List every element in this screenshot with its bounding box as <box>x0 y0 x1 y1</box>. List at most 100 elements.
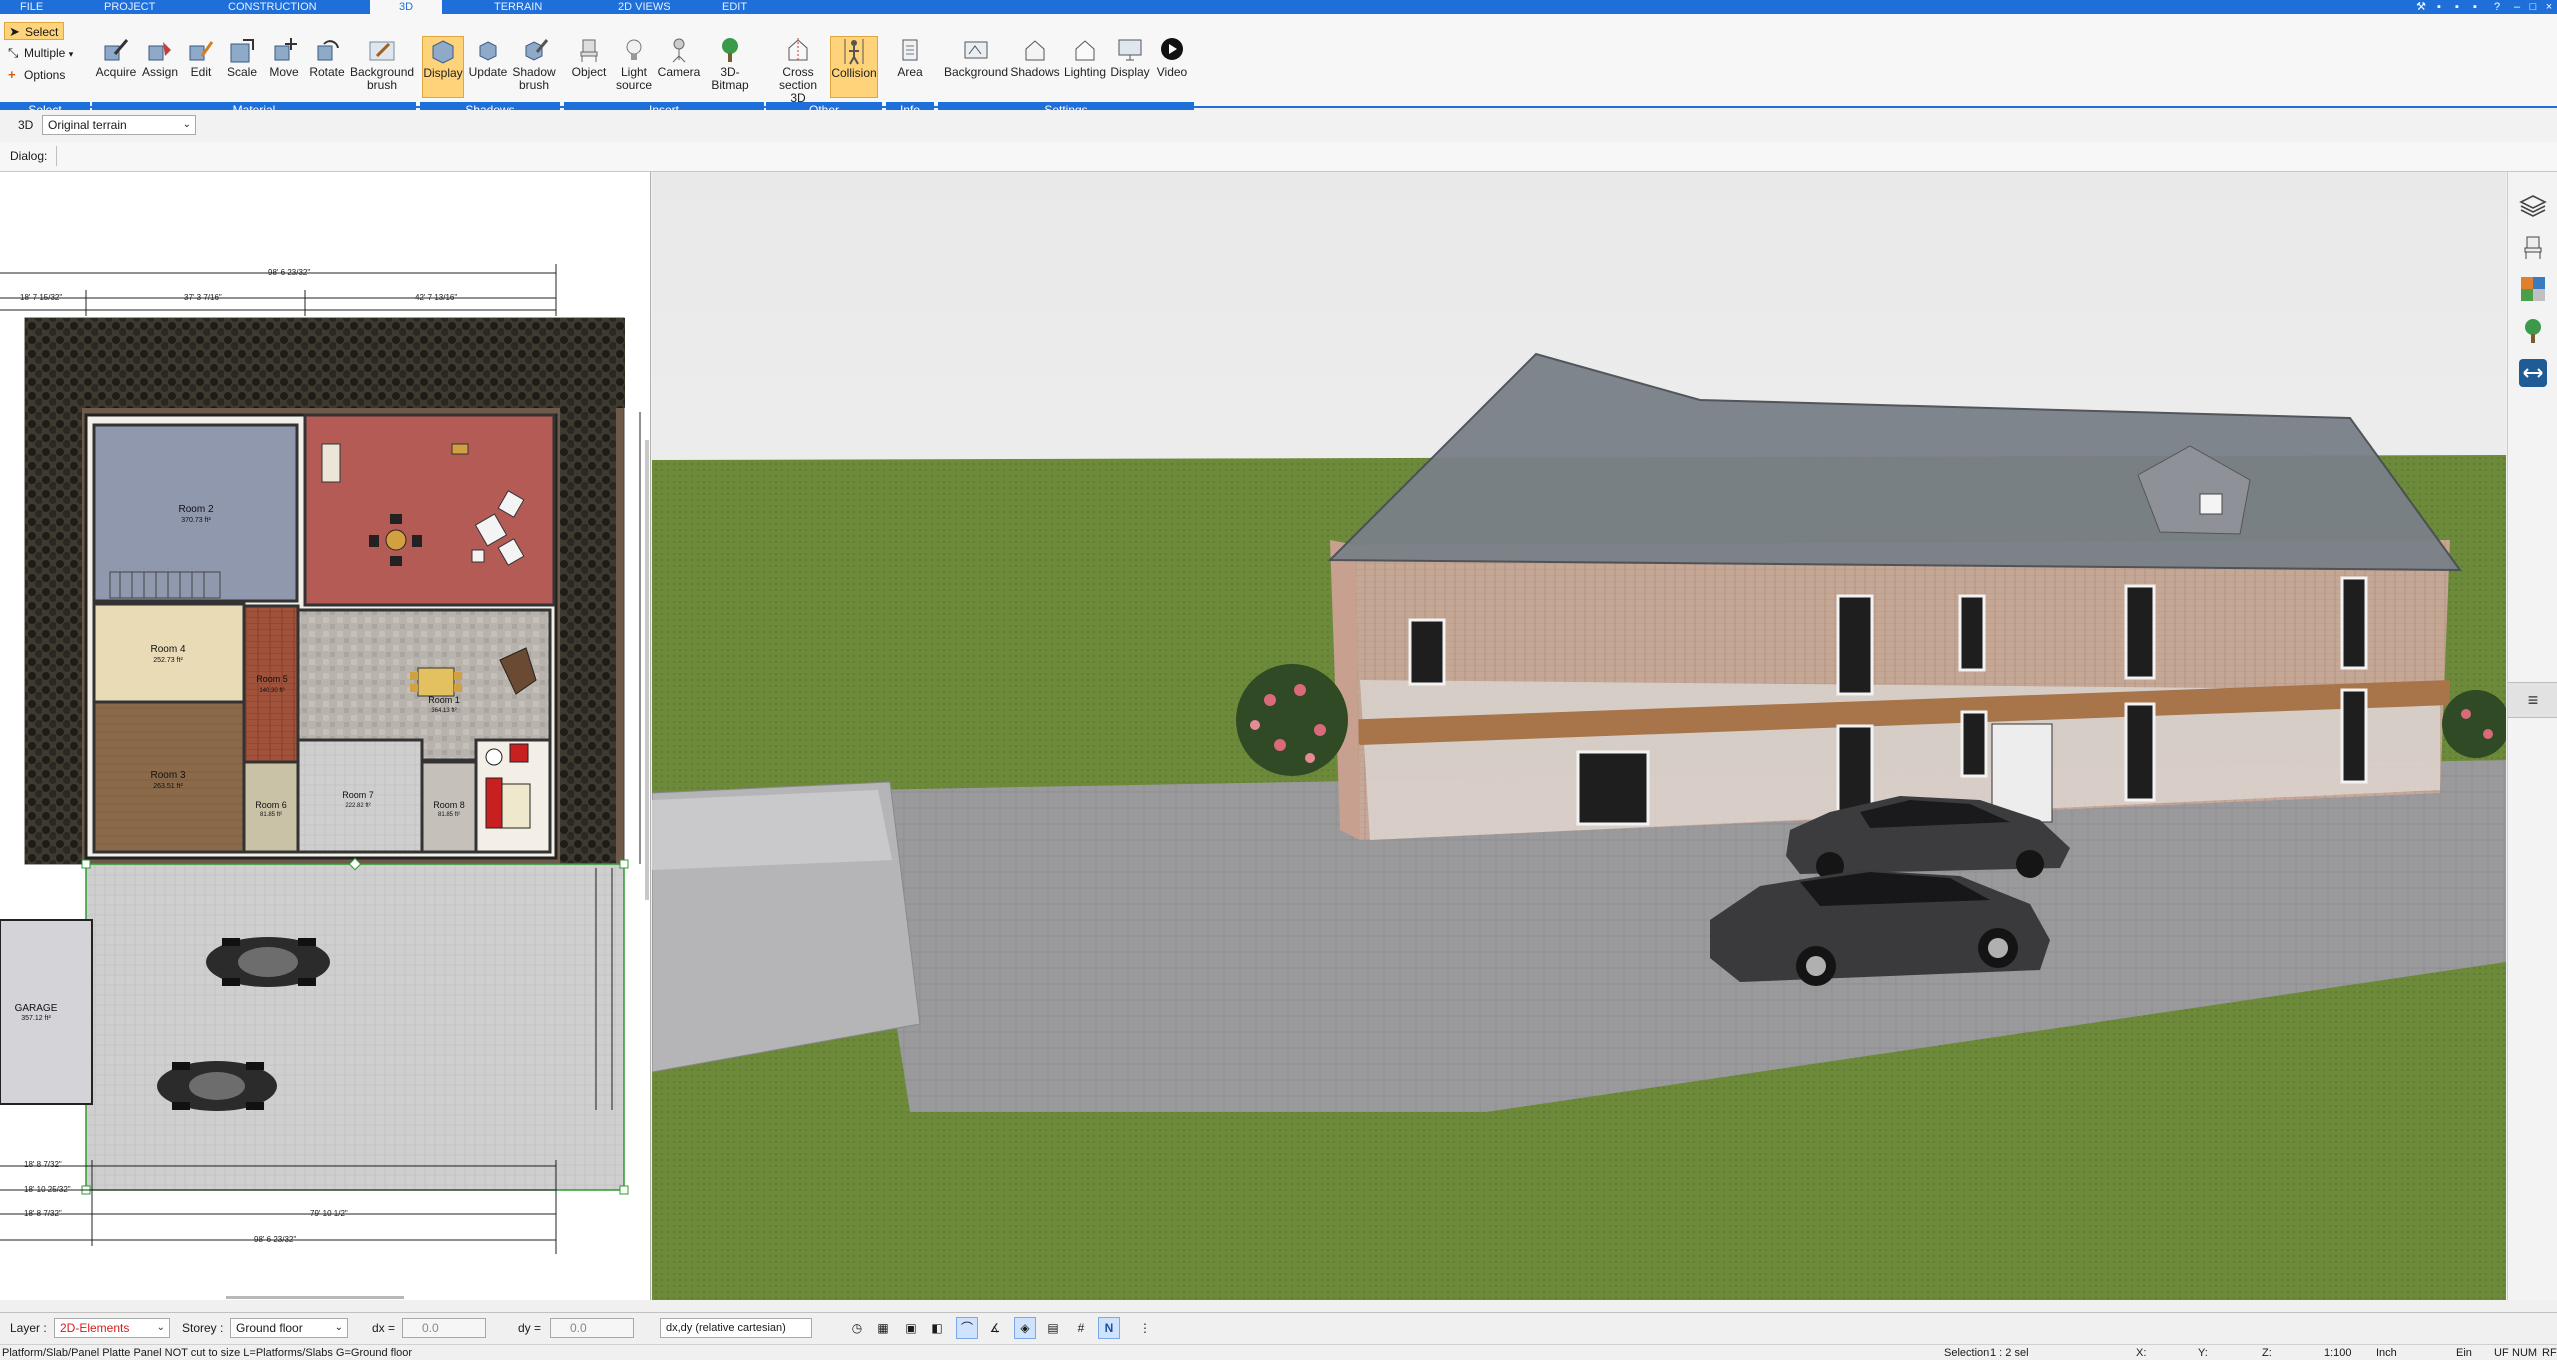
dx-input[interactable]: 0.0 <box>402 1318 486 1338</box>
collision-label: Collision <box>831 66 877 80</box>
coordinate-mode-select[interactable]: dx,dy (relative cartesian) <box>660 1318 812 1338</box>
cross-section-3d-button[interactable]: Cross section 3D <box>770 36 826 105</box>
selection-label: Selection <box>1944 1347 1990 1359</box>
garage-label: GARAGE <box>15 1003 58 1014</box>
3d-view[interactable] <box>651 172 2510 1300</box>
scale-label: Scale <box>226 65 258 79</box>
grid-icon[interactable]: # <box>1070 1317 1092 1339</box>
layout-icon[interactable]: ▪ <box>2450 1 2464 13</box>
pin-icon[interactable]: ▪ <box>2468 1 2482 13</box>
dialog-toolbar: Dialog: <box>0 142 2557 172</box>
rotate-icon <box>317 40 339 61</box>
background-settings-button[interactable]: Background <box>944 36 1008 98</box>
move-button[interactable]: Move <box>264 36 304 98</box>
dx-label: dx = <box>372 1321 396 1335</box>
layer-value: 2D-Elements <box>60 1321 130 1335</box>
collision-button[interactable]: Collision <box>830 36 878 98</box>
floor-plan-view[interactable]: 98' 6 23/32" 18' 7 15/32" 37' 3 7/16" 42… <box>0 172 651 1300</box>
clock-icon[interactable]: ◷ <box>846 1317 868 1339</box>
menu-bar: FILE PROJECT CONSTRUCTION 3D TERRAIN 2D … <box>0 0 2557 14</box>
camera-button[interactable]: Camera <box>656 36 702 98</box>
storey-select[interactable]: Ground floor ⌄ <box>230 1318 348 1338</box>
dining-table[interactable] <box>410 667 462 697</box>
measure-icon[interactable] <box>2518 358 2548 388</box>
video-button[interactable]: Video <box>1152 36 1192 98</box>
snap-angle-icon[interactable]: ∡ <box>984 1317 1006 1339</box>
3d-scene-canvas[interactable] <box>651 172 2510 1300</box>
dx-value: 0.0 <box>422 1321 439 1335</box>
maximize-icon[interactable]: □ <box>2526 1 2540 13</box>
layers-icon[interactable] <box>2518 190 2548 220</box>
update-shadows-button[interactable]: Update <box>466 36 510 98</box>
snap-point-icon[interactable]: ◧ <box>926 1317 948 1339</box>
snap-grid-icon[interactable]: ▦ <box>872 1317 894 1339</box>
tab-terrain[interactable]: TERRAIN <box>494 0 554 14</box>
light-source-button[interactable]: Light source <box>612 36 656 98</box>
sun-lounger[interactable] <box>321 443 341 483</box>
shadow-brush-label: Shadow brush <box>512 65 556 92</box>
acquire-button[interactable]: Acquire <box>94 36 138 98</box>
hedge-left <box>25 318 82 864</box>
vertical-scrollbar[interactable] <box>645 440 649 900</box>
driveway-slab[interactable] <box>85 863 625 1191</box>
materials-catalog-icon[interactable] <box>2518 274 2548 304</box>
background-brush-button[interactable]: Background brush <box>350 36 414 98</box>
tools-icon[interactable]: ⚒ <box>2414 1 2428 13</box>
edit-material-button[interactable]: Edit <box>182 36 220 98</box>
multiple-button[interactable]: ⤡ Multiple ▾ <box>4 44 84 62</box>
tab-file[interactable]: FILE <box>20 0 60 14</box>
storey-label: Storey : <box>182 1321 224 1335</box>
tab-3d[interactable]: 3D <box>370 0 442 14</box>
floor-plan-canvas[interactable]: 98' 6 23/32" 18' 7 15/32" 37' 3 7/16" 42… <box>0 172 651 1300</box>
car-top-view-2[interactable] <box>157 1061 277 1111</box>
plants-catalog-icon[interactable] <box>2518 316 2548 346</box>
snap-layer-icon[interactable]: ◈ <box>1014 1317 1036 1339</box>
tab-project[interactable]: PROJECT <box>104 0 164 14</box>
more-options-icon[interactable]: ⋮ <box>1134 1317 1156 1339</box>
hatch-icon[interactable]: ▤ <box>1042 1317 1064 1339</box>
dy-input[interactable]: 0.0 <box>550 1318 634 1338</box>
dy-value: 0.0 <box>570 1321 587 1335</box>
paint-bucket-icon <box>148 42 171 61</box>
lighting-button[interactable]: Lighting <box>1060 36 1110 98</box>
scale-button[interactable]: Scale <box>222 36 262 98</box>
room-7-label: Room 7 <box>342 790 374 800</box>
house-light-icon <box>1075 40 1095 61</box>
terrain-select[interactable]: Original terrain ⌄ <box>42 115 196 135</box>
dim-bottom-3: 18' 8 7/32" <box>24 1209 62 1218</box>
camera-label: Camera <box>657 65 701 79</box>
snap-line-icon[interactable]: ⌒ <box>956 1317 978 1339</box>
room-5-label: Room 5 <box>256 674 288 684</box>
shadow-brush-icon <box>525 39 549 61</box>
minimize-icon[interactable]: – <box>2510 1 2524 13</box>
panel-toggle-handle[interactable]: ≡ <box>2508 682 2557 718</box>
side-table[interactable] <box>451 443 469 455</box>
tree-icon <box>722 38 738 62</box>
area-button[interactable]: Area <box>888 36 932 98</box>
dock-icon[interactable]: ▪ <box>2432 1 2446 13</box>
chair-icon <box>580 39 598 62</box>
display-settings-button[interactable]: Display <box>1108 36 1152 98</box>
assign-button[interactable]: Assign <box>138 36 182 98</box>
select-button[interactable]: ➤ Select <box>4 22 64 40</box>
furniture-catalog-icon[interactable] <box>2518 232 2548 262</box>
tab-2d-views[interactable]: 2D VIEWS <box>618 0 678 14</box>
tab-construction[interactable]: CONSTRUCTION <box>228 0 328 14</box>
options-button[interactable]: + Options <box>4 66 84 84</box>
close-icon[interactable]: × <box>2542 1 2556 13</box>
horizontal-scrollbar[interactable] <box>226 1296 404 1299</box>
shadow-brush-button[interactable]: Shadow brush <box>510 36 558 98</box>
car-top-view-1[interactable] <box>206 937 330 987</box>
rotate-button[interactable]: Rotate <box>304 36 350 98</box>
tab-edit[interactable]: EDIT <box>722 0 762 14</box>
display-shadows-button[interactable]: Display <box>422 36 464 98</box>
room-5[interactable] <box>242 604 300 764</box>
storey-value: Ground floor <box>236 1321 303 1335</box>
north-icon[interactable]: N <box>1098 1317 1120 1339</box>
shadows-settings-button[interactable]: Shadows <box>1010 36 1060 98</box>
object-button[interactable]: Object <box>566 36 612 98</box>
help-icon[interactable]: ? <box>2490 1 2504 13</box>
snap-object-icon[interactable]: ▣ <box>900 1317 922 1339</box>
3d-bitmap-button[interactable]: 3D-Bitmap <box>702 36 758 98</box>
layer-select[interactable]: 2D-Elements ⌄ <box>54 1318 170 1338</box>
